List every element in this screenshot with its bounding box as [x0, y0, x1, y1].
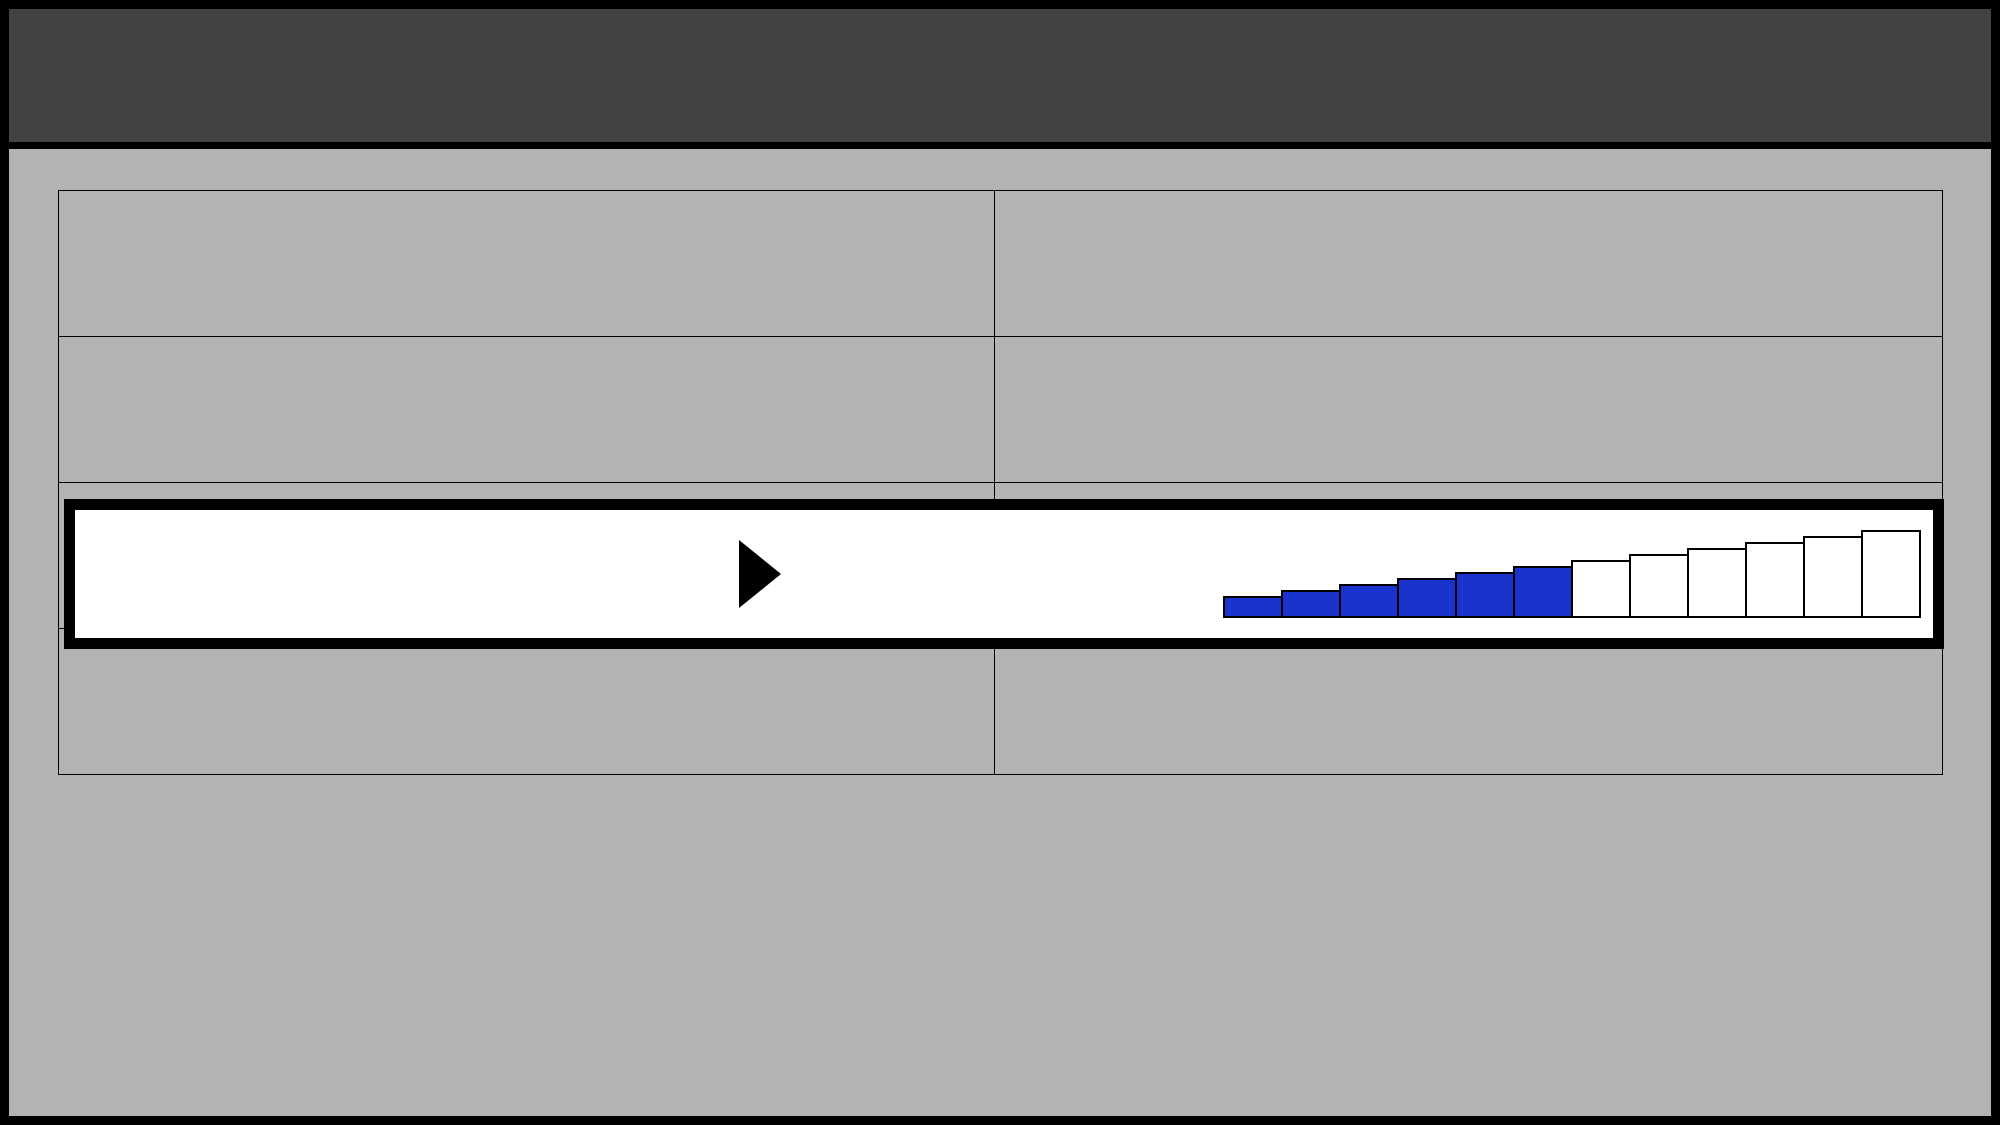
- volume-bar[interactable]: [1803, 536, 1863, 618]
- volume-bar[interactable]: [1397, 578, 1457, 618]
- selected-row: [64, 499, 1944, 649]
- play-icon[interactable]: [739, 540, 781, 608]
- volume-bar[interactable]: [1513, 566, 1573, 618]
- table-row[interactable]: [59, 337, 1943, 483]
- title-bar: [9, 9, 1991, 149]
- volume-bar[interactable]: [1745, 542, 1805, 618]
- play-cell: [75, 510, 1033, 638]
- volume-bar[interactable]: [1629, 554, 1689, 618]
- volume-bar[interactable]: [1455, 572, 1515, 618]
- cell-right[interactable]: [994, 337, 1943, 483]
- window-frame: [0, 0, 2000, 1125]
- volume-bar[interactable]: [1687, 548, 1747, 618]
- volume-bar[interactable]: [1281, 590, 1341, 618]
- table-row[interactable]: [59, 191, 1943, 337]
- volume-bar[interactable]: [1861, 530, 1921, 618]
- table-row[interactable]: [59, 629, 1943, 775]
- cell-right[interactable]: [994, 191, 1943, 337]
- cell-left[interactable]: [59, 191, 995, 337]
- volume-cell: [1033, 510, 1933, 638]
- volume-bar[interactable]: [1571, 560, 1631, 618]
- settings-grid: [58, 190, 1943, 775]
- cell-left[interactable]: [59, 337, 995, 483]
- volume-bar[interactable]: [1339, 584, 1399, 618]
- volume-bar[interactable]: [1223, 596, 1283, 618]
- cell-left[interactable]: [59, 629, 995, 775]
- cell-right[interactable]: [994, 629, 1943, 775]
- window-inner: [9, 9, 1991, 1116]
- content-area: [9, 149, 1991, 1116]
- volume-slider[interactable]: [1225, 530, 1921, 618]
